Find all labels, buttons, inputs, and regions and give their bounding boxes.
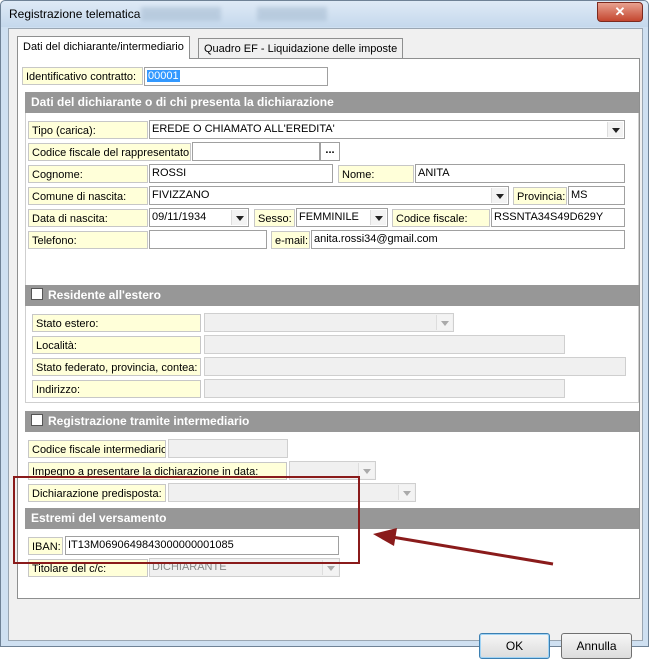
- tab-dati-dichiarante[interactable]: Dati del dichiarante/intermediario: [17, 36, 190, 59]
- arrow-shaft: [391, 535, 554, 566]
- annotation-arrow: [373, 528, 554, 566]
- arrow-head-icon: [373, 528, 397, 546]
